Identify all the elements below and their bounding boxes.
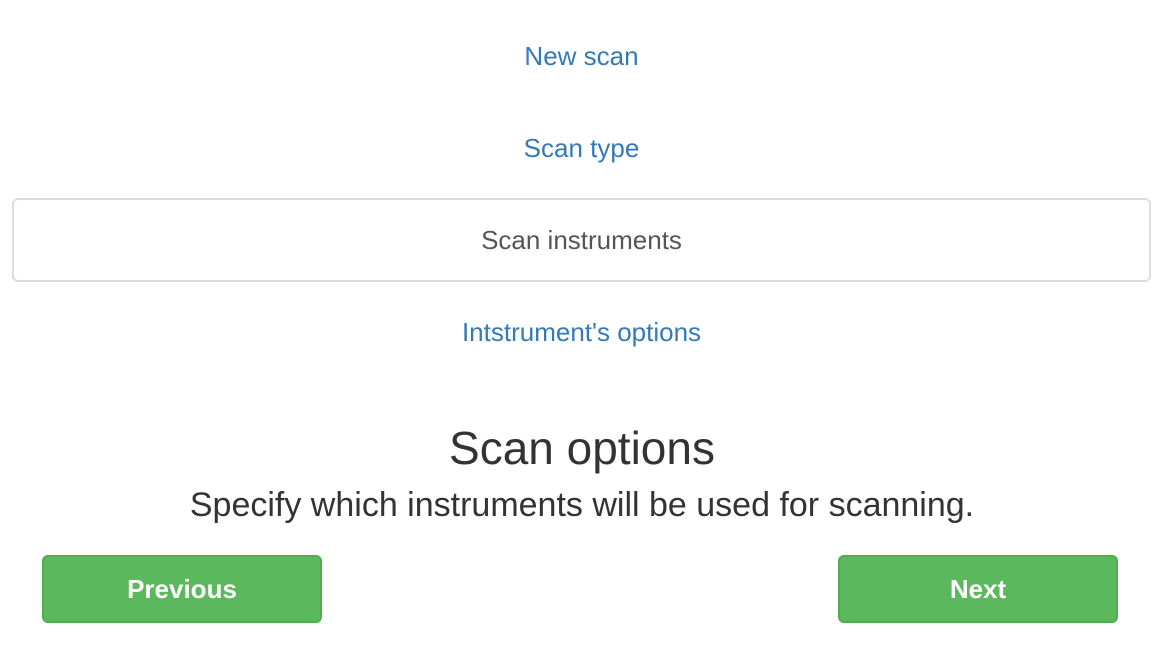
page-description: Specify which instruments will be used f…	[189, 486, 975, 524]
step-instrument-options[interactable]: Intstrument's options	[12, 290, 1151, 374]
step-scan-type-link[interactable]: Scan type	[524, 133, 640, 164]
step-instrument-options-link[interactable]: Intstrument's options	[462, 317, 701, 348]
page-title: Scan options	[449, 422, 715, 474]
previous-button[interactable]: Previous	[42, 555, 322, 623]
step-scan-instruments[interactable]: Scan instruments	[12, 198, 1151, 282]
step-new-scan-link[interactable]: New scan	[524, 41, 638, 72]
step-new-scan[interactable]: New scan	[12, 14, 1151, 98]
step-content: Scan options Specify which instruments w…	[0, 418, 1164, 528]
next-button[interactable]: Next	[838, 555, 1118, 623]
step-scan-type[interactable]: Scan type	[12, 106, 1151, 190]
wizard-steps-nav: New scan Scan type Scan instruments Ints…	[12, 14, 1151, 382]
step-scan-instruments-label: Scan instruments	[481, 224, 682, 255]
